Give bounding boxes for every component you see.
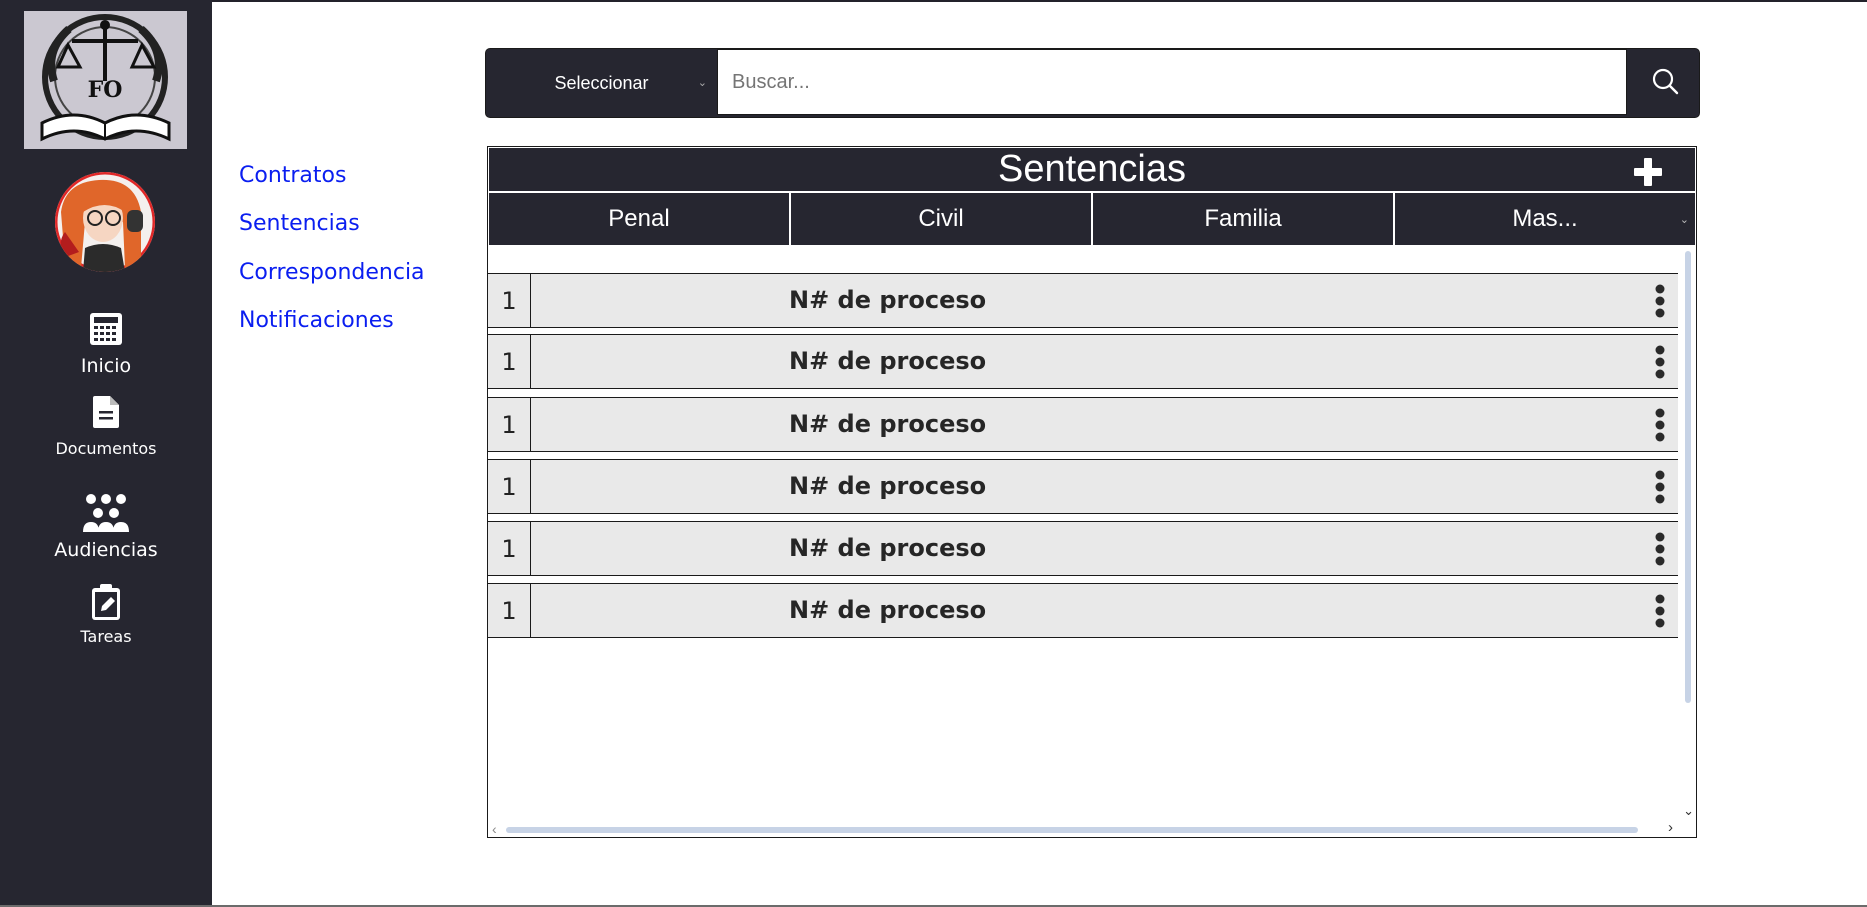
row-number: 1 <box>488 274 531 327</box>
table-row[interactable]: 1 N# de proceso <box>488 334 1678 389</box>
tab-penal[interactable]: Penal <box>489 193 789 245</box>
row-label: N# de proceso <box>789 347 987 375</box>
scroll-down-icon[interactable]: ⌄ <box>1683 803 1694 819</box>
panel-header: Sentencias <box>489 148 1695 191</box>
tab-label: Mas... <box>1512 205 1578 232</box>
tab-familia[interactable]: Familia <box>1093 193 1393 245</box>
panel-title: Sentencias <box>997 148 1186 190</box>
nav-audiencias[interactable]: Audiencias <box>0 494 212 561</box>
row-label: N# de proceso <box>789 472 987 500</box>
nav-label: Inicio <box>80 355 132 377</box>
sidebar: FO Inicio Documentos Audiencias Tareas <box>0 0 212 907</box>
nav-inicio[interactable]: Inicio <box>0 312 212 377</box>
row-number: 1 <box>488 460 531 513</box>
nav-label: Audiencias <box>54 539 158 561</box>
more-vertical-icon[interactable] <box>1654 283 1666 319</box>
search-button[interactable] <box>1630 49 1699 117</box>
calculator-icon <box>0 312 212 351</box>
scroll-right-icon[interactable]: › <box>1668 819 1673 836</box>
table-row[interactable]: 1 N# de proceso <box>488 273 1678 328</box>
link-sentencias[interactable]: Sentencias <box>239 211 360 236</box>
scroll-left-icon[interactable]: ‹ <box>492 821 497 837</box>
row-number: 1 <box>488 584 531 637</box>
row-number: 1 <box>488 522 531 575</box>
tab-civil[interactable]: Civil <box>791 193 1091 245</box>
row-number: 1 <box>488 335 531 388</box>
vertical-scrollbar[interactable] <box>1685 251 1691 703</box>
row-label: N# de proceso <box>789 596 987 624</box>
clipboard-pencil-icon <box>0 584 212 625</box>
table-row[interactable]: 1 N# de proceso <box>488 397 1678 452</box>
nav-label: Documentos <box>55 439 157 458</box>
table-row[interactable]: 1 N# de proceso <box>488 521 1678 576</box>
add-button[interactable] <box>1633 154 1663 186</box>
nav-tareas[interactable]: Tareas <box>0 584 212 646</box>
nav-documentos[interactable]: Documentos <box>0 396 212 458</box>
nav-label: Tareas <box>80 627 132 646</box>
sentencias-panel: Sentencias Penal Civil Familia Mas... ⌄ … <box>487 146 1697 838</box>
document-icon <box>0 396 212 433</box>
row-label: N# de proceso <box>789 286 987 314</box>
search-icon <box>1651 67 1679 100</box>
tab-label: Penal <box>608 205 670 232</box>
tab-label: Familia <box>1204 205 1282 232</box>
link-contratos[interactable]: Contratos <box>239 163 346 188</box>
logo: FO <box>24 11 187 149</box>
row-number: 1 <box>488 398 531 451</box>
more-vertical-icon[interactable] <box>1654 469 1666 505</box>
search-input[interactable] <box>717 49 1627 115</box>
chevron-down-icon: ⌄ <box>1679 214 1689 226</box>
tab-label: Civil <box>918 205 964 232</box>
table-row[interactable]: 1 N# de proceso <box>488 583 1678 638</box>
tab-bar: Penal Civil Familia Mas... ⌄ <box>489 193 1695 245</box>
category-select[interactable]: Seleccionar ⌄ <box>486 49 717 117</box>
link-correspondencia[interactable]: Correspondencia <box>239 260 425 285</box>
more-vertical-icon[interactable] <box>1654 593 1666 629</box>
link-notificaciones[interactable]: Notificaciones <box>239 308 394 333</box>
plus-icon <box>1634 158 1662 186</box>
row-label: N# de proceso <box>789 534 987 562</box>
chevron-down-icon: ⌄ <box>697 77 707 89</box>
category-select-label: Seleccionar <box>554 72 649 93</box>
table-row[interactable]: 1 N# de proceso <box>488 459 1678 514</box>
more-vertical-icon[interactable] <box>1654 531 1666 567</box>
more-vertical-icon[interactable] <box>1654 344 1666 380</box>
svg-text:FO: FO <box>88 77 123 103</box>
people-group-icon <box>0 494 212 537</box>
horizontal-scrollbar[interactable] <box>506 827 1638 833</box>
top-border <box>0 0 1867 2</box>
more-vertical-icon[interactable] <box>1654 407 1666 443</box>
tab-mas[interactable]: Mas... ⌄ <box>1395 193 1695 245</box>
avatar[interactable] <box>55 172 155 272</box>
search-bar: Seleccionar ⌄ <box>485 48 1700 118</box>
row-label: N# de proceso <box>789 410 987 438</box>
